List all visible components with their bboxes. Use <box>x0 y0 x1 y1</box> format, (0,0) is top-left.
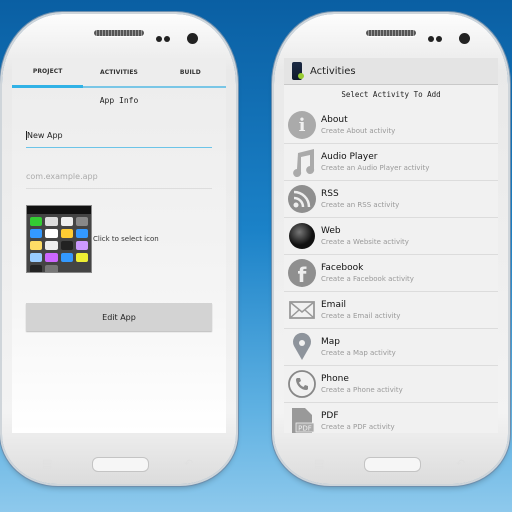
activity-title: RSS <box>321 189 339 199</box>
speaker-grille <box>94 30 144 36</box>
activity-subtitle: Create a Map activity <box>321 349 396 357</box>
activity-item-email[interactable]: Email Create a Email activity <box>284 292 498 329</box>
activity-title: Email <box>321 300 346 310</box>
activity-subtitle: Create a PDF activity <box>321 423 395 431</box>
package-placeholder: com.example.app <box>26 171 98 181</box>
activity-item-pdf[interactable]: PDF PDF Create a PDF activity <box>284 403 498 433</box>
activity-subtitle: Create an RSS activity <box>321 201 400 209</box>
activity-subtitle: Create a Website activity <box>321 238 409 246</box>
left-screen: PROJECT ACTIVITIES BUILD App Info New Ap… <box>12 58 226 433</box>
sensor-dot <box>436 36 442 42</box>
tab-project[interactable]: PROJECT <box>12 58 84 88</box>
action-bar-title: Activities <box>310 65 356 77</box>
envelope-icon <box>287 295 317 325</box>
menu-key-icon[interactable]: ▤ <box>42 457 52 470</box>
phone-icon <box>287 369 317 399</box>
app-name-value: New App <box>26 130 63 140</box>
activity-subtitle: Create a Facebook activity <box>321 275 414 283</box>
app-name-input[interactable]: New App <box>26 123 212 148</box>
info-icon: i <box>287 110 317 140</box>
select-icon-label: Click to select icon <box>93 235 159 243</box>
activity-item-audio-player[interactable]: Audio Player Create an Audio Player activ… <box>284 144 498 181</box>
section-title: App Info <box>99 96 139 105</box>
app-logo-icon <box>292 62 304 80</box>
tab-build[interactable]: BUILD <box>155 58 226 86</box>
activity-title: Facebook <box>321 263 364 273</box>
right-phone-frame: Activities Select Activity To Add i Abou… <box>274 14 508 484</box>
activity-title: PDF <box>321 411 339 421</box>
back-key-icon[interactable]: ↶ <box>456 457 465 470</box>
back-key-icon[interactable]: ↶ <box>184 457 193 470</box>
edit-app-button[interactable]: Edit App <box>26 303 212 331</box>
activity-subtitle: Create About activity <box>321 127 396 135</box>
home-button[interactable] <box>92 457 149 472</box>
activity-item-facebook[interactable]: f Facebook Create a Facebook activity <box>284 255 498 292</box>
tab-activities[interactable]: ACTIVITIES <box>83 58 154 86</box>
activity-title: Phone <box>321 374 349 384</box>
tab-bar: PROJECT ACTIVITIES BUILD <box>12 58 226 88</box>
svg-text:PDF: PDF <box>298 425 312 433</box>
activity-item-web[interactable]: Web Create a Website activity <box>284 218 498 255</box>
right-screen: Activities Select Activity To Add i Abou… <box>284 58 498 433</box>
sensor-dot <box>428 36 434 42</box>
activity-item-phone[interactable]: Phone Create a Phone activity <box>284 366 498 403</box>
activity-title: Web <box>321 226 341 236</box>
menu-key-icon[interactable]: ▤ <box>314 457 324 470</box>
activity-item-about[interactable]: i About Create About activity <box>284 107 498 144</box>
svg-text:i: i <box>299 115 306 136</box>
music-note-icon <box>287 147 317 177</box>
icon-selector[interactable]: Click to select icon <box>26 205 226 273</box>
speaker-grille <box>366 30 416 36</box>
left-phone-frame: PROJECT ACTIVITIES BUILD App Info New Ap… <box>2 14 236 484</box>
activity-title: About <box>321 115 348 125</box>
svg-text:f: f <box>298 263 307 287</box>
front-camera <box>459 33 470 44</box>
action-bar: Activities <box>284 58 498 85</box>
app-icon-thumbnail[interactable] <box>26 205 92 273</box>
activity-item-map[interactable]: Map Create a Map activity <box>284 329 498 366</box>
sensor-dot <box>156 36 162 42</box>
pdf-icon: PDF <box>287 406 317 433</box>
facebook-icon: f <box>287 258 317 288</box>
activity-title: Map <box>321 337 340 347</box>
rss-icon <box>287 184 317 214</box>
sensor-dot <box>164 36 170 42</box>
activity-subtitle: Create a Email activity <box>321 312 401 320</box>
activity-subtitle: Create a Phone activity <box>321 386 403 394</box>
front-camera <box>187 33 198 44</box>
activity-item-rss[interactable]: RSS Create an RSS activity <box>284 181 498 218</box>
list-header: Select Activity To Add <box>341 90 441 99</box>
activity-subtitle: Create an Audio Player activity <box>321 164 430 172</box>
globe-icon <box>287 221 317 251</box>
map-pin-icon <box>287 332 317 362</box>
package-name-input[interactable]: com.example.app <box>26 164 212 189</box>
home-button[interactable] <box>364 457 421 472</box>
activity-title: Audio Player <box>321 152 378 162</box>
